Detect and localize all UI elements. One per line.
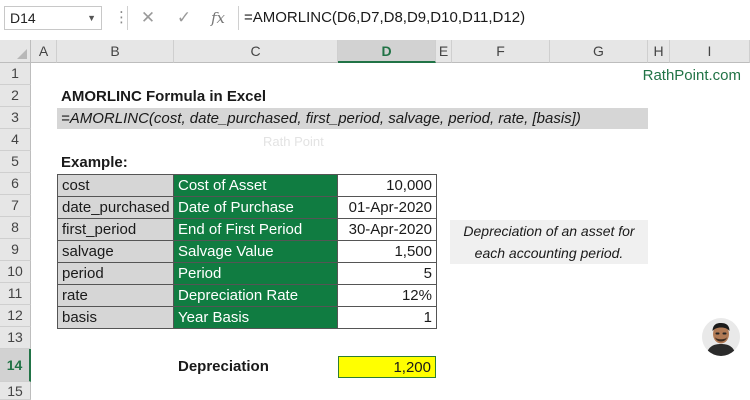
param-value-cell[interactable]: 10,000 [337, 174, 437, 197]
row-header[interactable]: 2 [0, 85, 31, 107]
param-arg-cell[interactable]: rate [57, 284, 174, 307]
cancel-icon[interactable]: ✕ [134, 6, 162, 30]
param-desc-cell[interactable]: Depreciation Rate [173, 284, 338, 307]
param-desc-cell[interactable]: Period [173, 262, 338, 285]
column-header-h[interactable]: H [648, 40, 670, 63]
param-arg-cell[interactable]: cost [57, 174, 174, 197]
result-value-cell[interactable]: 1,200 [338, 356, 436, 378]
column-header-c[interactable]: C [174, 40, 338, 63]
row-header[interactable]: 5 [0, 151, 31, 173]
name-box-value: D14 [10, 10, 36, 26]
enter-icon[interactable]: ✓ [170, 6, 198, 30]
column-header-a[interactable]: A [31, 40, 57, 63]
row-header[interactable]: 6 [0, 173, 31, 195]
formula-bar-divider [238, 6, 239, 30]
formula-bar: D14 ▼ ⋮ ✕ ✓ fx =AMORLINC(D6,D7,D8,D9,D10… [0, 0, 750, 38]
param-value-cell[interactable]: 30-Apr-2020 [337, 218, 437, 241]
example-label[interactable]: Example: [57, 152, 177, 173]
param-value-cell[interactable]: 5 [337, 262, 437, 285]
param-desc-cell[interactable]: Cost of Asset [173, 174, 338, 197]
param-desc-cell[interactable]: End of First Period [173, 218, 338, 241]
note-line: Depreciation of an asset for [463, 223, 635, 239]
param-value-cell[interactable]: 12% [337, 284, 437, 307]
param-arg-cell[interactable]: salvage [57, 240, 174, 263]
row-header[interactable]: 9 [0, 239, 31, 261]
column-header-d[interactable]: D [338, 40, 436, 63]
row-header[interactable]: 4 [0, 129, 31, 151]
row-header[interactable]: 14 [0, 349, 31, 382]
row-header[interactable]: 7 [0, 195, 31, 217]
param-arg-cell[interactable]: basis [57, 306, 174, 329]
row-header[interactable]: 1 [0, 63, 31, 85]
param-value-cell[interactable]: 1 [337, 306, 437, 329]
person-icon [702, 318, 740, 356]
column-header-e[interactable]: E [436, 40, 452, 63]
insert-function-icon[interactable]: fx [204, 6, 232, 30]
note-line: each accounting period. [474, 245, 624, 261]
param-desc-cell[interactable]: Salvage Value [173, 240, 338, 263]
sheet-title[interactable]: AMORLINC Formula in Excel [57, 86, 357, 107]
chevron-down-icon[interactable]: ▼ [87, 7, 96, 29]
param-value-cell[interactable]: 1,500 [337, 240, 437, 263]
param-arg-cell[interactable]: date_purchased [57, 196, 174, 219]
select-all-icon [17, 49, 27, 59]
row-header[interactable]: 3 [0, 107, 31, 129]
more-icon[interactable]: ⋮ [114, 6, 130, 30]
column-header-g[interactable]: G [550, 40, 648, 63]
param-value-cell[interactable]: 01-Apr-2020 [337, 196, 437, 219]
syntax-cell[interactable]: =AMORLINC(cost, date_purchased, first_pe… [57, 108, 648, 129]
row-header[interactable]: 8 [0, 217, 31, 239]
name-box[interactable]: D14 ▼ [4, 6, 102, 30]
column-header-f[interactable]: F [452, 40, 550, 63]
param-desc-cell[interactable]: Date of Purchase [173, 196, 338, 219]
watermark-text: Rath Point [263, 134, 324, 149]
result-label[interactable]: Depreciation [174, 356, 334, 378]
column-header-i[interactable]: I [670, 40, 750, 63]
row-header[interactable]: 11 [0, 283, 31, 305]
column-header-b[interactable]: B [57, 40, 174, 63]
row-header[interactable]: 13 [0, 327, 31, 349]
avatar [702, 318, 740, 356]
row-header[interactable]: 15 [0, 382, 31, 400]
select-all-corner[interactable] [0, 40, 31, 63]
row-header[interactable]: 12 [0, 305, 31, 327]
row-header[interactable]: 10 [0, 261, 31, 283]
param-desc-cell[interactable]: Year Basis [173, 306, 338, 329]
param-arg-cell[interactable]: period [57, 262, 174, 285]
param-arg-cell[interactable]: first_period [57, 218, 174, 241]
formula-input[interactable]: =AMORLINC(D6,D7,D8,D9,D10,D11,D12) [244, 6, 744, 30]
note-box[interactable]: Depreciation of an asset for each accoun… [450, 220, 648, 264]
brand-text: RathPoint.com [642, 67, 741, 84]
